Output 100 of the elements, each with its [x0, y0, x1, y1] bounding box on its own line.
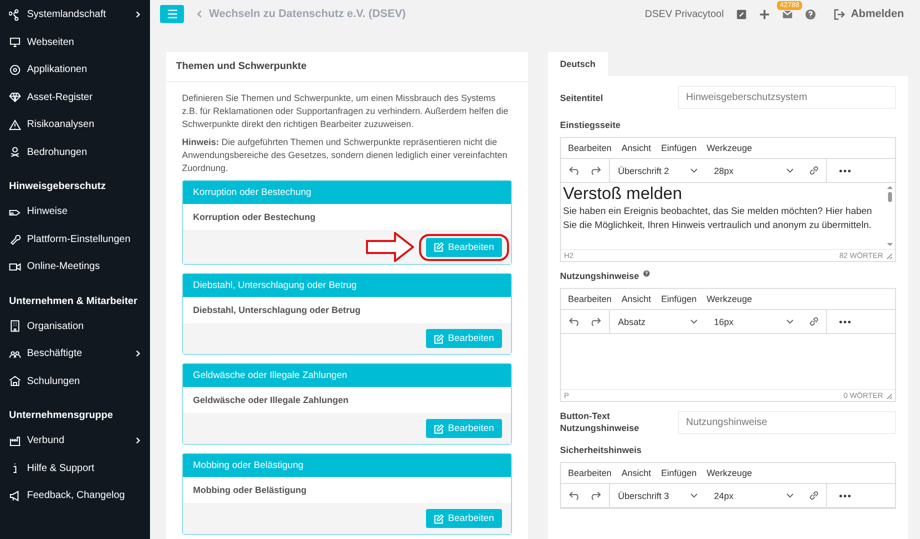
chevron-right-icon: [134, 437, 141, 444]
undo-icon[interactable]: [569, 316, 581, 327]
field-label: Nutzungshinweise: [560, 270, 640, 282]
link-icon[interactable]: [808, 165, 820, 176]
topic-name: Geldwäsche oder Illegale Zahlungen: [192, 394, 350, 407]
sidebar-item[interactable]: Webseiten: [0, 28, 150, 56]
help-icon[interactable]: [804, 8, 816, 20]
editor-menu-item[interactable]: Bearbeiten: [568, 143, 612, 153]
edit-icon[interactable]: [736, 8, 747, 20]
factory-icon: [9, 434, 21, 447]
editor-menu-item[interactable]: Einfügen: [661, 143, 697, 153]
edit-icon: [434, 514, 444, 524]
sidebar-heading: Unternehmensgruppe: [8, 409, 114, 423]
menu-icon: [166, 9, 178, 19]
warning-icon: [9, 118, 21, 131]
editor-paragraph: Sie haben ein Ereignis beobachtet, das Sie melden möchten? Hier haben Sie die Möglichkeit, Ihren Hinweis vertraulich und anonym zu übermitteln.: [563, 205, 873, 233]
font-size-dropdown[interactable]: 24px: [706, 490, 802, 500]
redo-icon[interactable]: [589, 490, 601, 501]
edit-icon: [434, 424, 444, 434]
megaphone-icon: [9, 490, 21, 502]
sidebar-item[interactable]: Applikationen: [0, 56, 150, 84]
format-dropdown[interactable]: Absatz: [610, 316, 706, 326]
chevron-down-icon: [690, 493, 698, 498]
sidebar-item[interactable]: Hinweise: [0, 198, 150, 226]
undo-icon[interactable]: [569, 165, 581, 176]
sidebar-item[interactable]: Verbund: [0, 427, 150, 454]
sidebar-item[interactable]: Organisation: [0, 312, 150, 340]
more-icon: [839, 320, 851, 324]
chevron-right-icon: [134, 350, 141, 358]
font-size-dropdown[interactable]: 16px: [706, 316, 802, 326]
building-icon: [9, 320, 21, 332]
sidebar-item[interactable]: Hilfe & Support: [0, 454, 150, 482]
topic-name: Diebstahl, Unterschlagung oder Betrug: [192, 304, 362, 317]
redo-icon[interactable]: [589, 165, 601, 176]
topic-name: Mobbing oder Belästigung: [192, 484, 308, 497]
help-icon[interactable]: [643, 270, 650, 277]
topic-header: Mobbing oder Belästigung: [183, 454, 511, 477]
field-label: Sicherheitshinweis: [560, 444, 642, 456]
editor-menu-item[interactable]: Einfügen: [661, 294, 697, 304]
sidebar-item[interactable]: Online-Meetings: [0, 253, 150, 280]
editor-menu-item[interactable]: Werkzeuge: [706, 294, 752, 304]
field-label: Button-Text Nutzungshinweise: [560, 410, 640, 434]
logout-button[interactable]: Abmelden: [828, 7, 910, 21]
chevron-left-icon: [196, 10, 202, 18]
school-icon: [9, 375, 21, 388]
language-tab[interactable]: Deutsch: [548, 52, 608, 76]
chevron-down-icon: [690, 168, 698, 173]
wrench-icon: [9, 233, 21, 246]
sidebar-item[interactable]: Schulungen: [0, 368, 150, 395]
app-name: DSEV Privacytool: [644, 8, 724, 20]
editor-menu-item[interactable]: Ansicht: [622, 468, 652, 478]
resize-handle[interactable]: [886, 392, 892, 398]
skull-icon: [9, 146, 21, 158]
editor-menu-item[interactable]: Ansicht: [622, 294, 652, 304]
chevron-down-icon: [786, 168, 794, 173]
field-label: Einstiegsseite: [560, 119, 621, 131]
font-size-dropdown[interactable]: 28px: [706, 166, 802, 176]
logout-icon: [834, 8, 845, 20]
sidebar-item[interactable]: Asset-Register: [0, 84, 150, 111]
sidebar-heading: Hinweisgeberschutz: [8, 180, 107, 194]
sidebar-item[interactable]: Bedrohungen: [0, 138, 150, 166]
card-title: Themen und Schwerpunkte: [166, 52, 528, 82]
monitor-icon: [9, 36, 21, 48]
undo-icon[interactable]: [569, 490, 581, 501]
more-icon: [839, 168, 851, 172]
editor-menu-item[interactable]: Werkzeuge: [706, 468, 752, 478]
topic-header: Geldwäsche oder Illegale Zahlungen: [183, 364, 511, 387]
link-icon[interactable]: [808, 316, 820, 327]
more-icon: [839, 494, 851, 498]
sidebar-item[interactable]: Plattform-Einstellungen: [0, 226, 150, 253]
editor-menu-item[interactable]: Einfügen: [661, 468, 697, 478]
edit-icon: [434, 242, 444, 252]
editor-menu-item[interactable]: Ansicht: [622, 143, 652, 153]
sidebar-item[interactable]: Feedback, Changelog: [0, 482, 150, 510]
editor-menu-item[interactable]: Bearbeiten: [568, 468, 612, 478]
editor-menu-item[interactable]: Werkzeuge: [706, 143, 752, 153]
sidebar-item[interactable]: Risikoanalysen: [0, 111, 150, 138]
note-text: Hinweis: Die aufgeführten Themen und Schwerpunkte repräsentieren nicht die Anwendungsbereiche des Gesetzes, sondern dienen lediglich einer vereinfachten Zuordnung.: [182, 136, 508, 175]
format-dropdown[interactable]: Überschrift 3: [610, 490, 706, 500]
editor-menu-item[interactable]: Bearbeiten: [568, 294, 612, 304]
camera-icon: [9, 260, 21, 273]
edit-icon: [434, 334, 444, 344]
link-icon[interactable]: [808, 490, 820, 501]
chevron-down-icon: [690, 319, 698, 324]
chevron-down-icon: [786, 319, 794, 324]
format-dropdown[interactable]: Überschrift 2: [610, 166, 706, 176]
plus-icon[interactable]: [758, 8, 770, 20]
network-icon: [9, 8, 21, 21]
resize-handle[interactable]: [886, 252, 892, 258]
redo-icon[interactable]: [589, 316, 601, 327]
topic-header: Diebstahl, Unterschlagung oder Betrug: [183, 274, 511, 297]
sidebar-item[interactable]: Beschäftigte: [0, 340, 150, 368]
intro-text: Definieren Sie Themen und Schwerpunkte, um einen Missbrauch des Systems z.B. für Reklamationen oder Supportanfragen zu verhindern. Außerdem helfen die Schwerpunkte direkt den richtigen Bearbeiter zuzuweisen.: [182, 92, 510, 131]
chevron-down-icon: [786, 493, 794, 498]
text-field[interactable]: Hinweisgeberschutzsystem: [678, 86, 896, 109]
text-field[interactable]: Nutzungshinweise: [678, 410, 896, 434]
sidebar-item[interactable]: Systemlandschaft: [0, 1, 150, 28]
topic-header: Korruption oder Bestechung: [183, 181, 511, 204]
diamond-icon: [9, 91, 21, 104]
sidebar-heading: Unternehmen & Mitarbeiter: [8, 294, 138, 308]
